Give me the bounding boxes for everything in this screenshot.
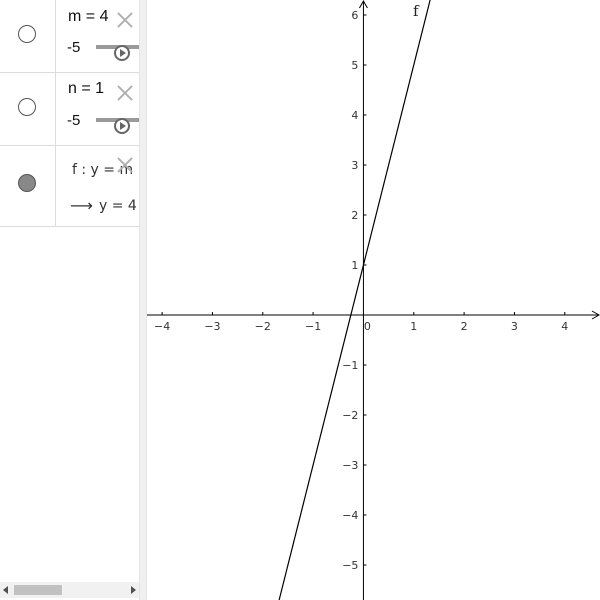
x-tick-label: 1	[410, 320, 417, 333]
scroll-right-icon[interactable]	[131, 586, 136, 594]
y-tick-label: 6	[351, 9, 358, 22]
definition-m[interactable]: m = 4	[68, 8, 108, 26]
algebra-view: m = 4 -5 n = 1 -5 f : y = m ⟶ y = 4	[0, 0, 139, 600]
function-label-f: f	[413, 2, 420, 20]
marble-cell	[0, 73, 56, 145]
play-icon[interactable]	[114, 45, 130, 61]
view-splitter[interactable]	[139, 0, 147, 600]
x-tick-label: 0	[364, 320, 371, 333]
y-tick-label: −1	[342, 359, 358, 372]
y-tick-label: 4	[351, 109, 358, 122]
x-tick-label: 3	[511, 320, 518, 333]
x-tick-label: −1	[305, 320, 321, 333]
y-tick-label: 1	[351, 259, 358, 272]
scroll-thumb[interactable]	[14, 585, 62, 595]
x-tick-label: −2	[255, 320, 271, 333]
y-tick-label: −3	[342, 459, 358, 472]
slider-min-m: -5	[67, 39, 81, 56]
visibility-toggle-f[interactable]	[18, 174, 36, 192]
y-tick-label: 2	[351, 209, 358, 222]
horizontal-scrollbar[interactable]	[0, 582, 139, 598]
marble-cell	[0, 146, 56, 226]
algebra-row-f[interactable]: f : y = m ⟶ y = 4	[0, 146, 139, 227]
algebra-row-body: m = 4 -5	[57, 0, 139, 72]
delete-icon[interactable]	[117, 85, 133, 101]
x-tick-label: −3	[204, 320, 220, 333]
y-tick-label: 3	[351, 159, 358, 172]
output-f: y = 4	[99, 198, 137, 214]
visibility-toggle-m[interactable]	[18, 25, 36, 43]
algebra-row-m[interactable]: m = 4 -5	[0, 0, 139, 73]
algebra-row-body: f : y = m ⟶ y = 4	[57, 146, 139, 226]
y-tick-label: −5	[342, 559, 358, 572]
delete-icon[interactable]	[117, 12, 133, 28]
x-tick-label: −4	[154, 320, 170, 333]
visibility-toggle-n[interactable]	[18, 98, 36, 116]
x-tick-label: 4	[561, 320, 568, 333]
x-tick-label: 2	[461, 320, 468, 333]
delete-icon[interactable]	[117, 157, 133, 173]
algebra-row-n[interactable]: n = 1 -5	[0, 73, 139, 146]
marble-cell	[0, 0, 56, 72]
scroll-left-icon[interactable]	[3, 586, 8, 594]
definition-n[interactable]: n = 1	[68, 80, 104, 98]
y-tick-label: −4	[342, 509, 358, 522]
output-arrow-icon: ⟶	[70, 196, 93, 215]
graphics-view[interactable]: −4 −3 −2 −1 0 1 2 3 4 −5 −4 −3 −2 −1 1 2 3 4 5 6 f	[147, 0, 600, 600]
algebra-row-body: n = 1 -5	[57, 73, 139, 145]
coordinate-plane[interactable]: −4 −3 −2 −1 0 1 2 3 4 −5 −4 −3 −2 −1 1 2 3 4 5 6 f	[147, 0, 600, 600]
play-icon[interactable]	[114, 118, 130, 134]
slider-min-n: -5	[67, 112, 81, 129]
y-tick-label: 5	[351, 59, 358, 72]
y-tick-label: −2	[342, 409, 358, 422]
